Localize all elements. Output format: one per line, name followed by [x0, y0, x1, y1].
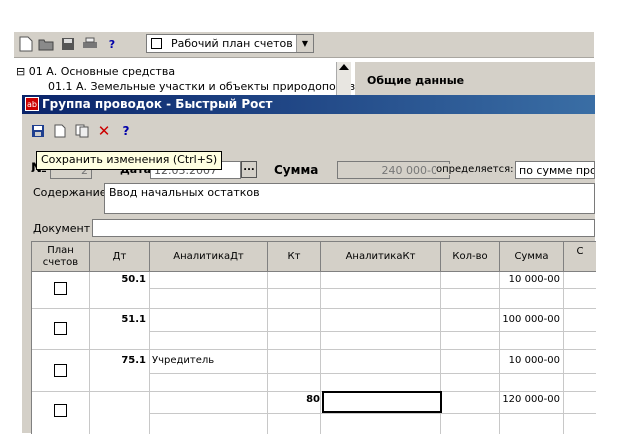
new-document-icon[interactable]: [52, 123, 68, 139]
grid-line: [149, 272, 150, 434]
print-icon[interactable]: [82, 36, 98, 52]
chevron-down-icon[interactable]: ▼: [296, 35, 313, 52]
col-header-extra[interactable]: С: [564, 242, 596, 272]
dt-cell[interactable]: 51.1: [121, 314, 146, 325]
content-label: Содержание: [33, 186, 107, 199]
grid-line: [499, 272, 500, 434]
panel-title: Общие данные: [367, 74, 465, 87]
col-header-analytics-kt[interactable]: АналитикаКт: [321, 242, 441, 272]
col-header-qty[interactable]: Кол-во: [441, 242, 500, 272]
grid-line: [320, 272, 321, 434]
grid-line: [32, 349, 596, 350]
left-strip: [0, 95, 23, 433]
delete-icon[interactable]: ✕: [96, 122, 112, 140]
main-toolbar: ? Рабочий план счетов ▼: [14, 32, 594, 58]
dt-cell[interactable]: 75.1: [121, 355, 146, 366]
grid-line: [149, 373, 596, 374]
tree-item[interactable]: 01.1 А. Земельные участки и объекты прир…: [48, 80, 375, 93]
help-icon[interactable]: ?: [118, 123, 134, 139]
grid-line: [32, 391, 596, 392]
help-icon[interactable]: ?: [104, 36, 120, 52]
col-header-analytics-dt[interactable]: АналитикаДт: [150, 242, 268, 272]
col-header-kt[interactable]: Кт: [268, 242, 321, 272]
plan-checkbox[interactable]: [54, 364, 67, 377]
determined-select[interactable]: по сумме прово: [515, 161, 595, 179]
app-icon: ab: [25, 97, 39, 111]
col-header-sum[interactable]: Сумма: [500, 242, 564, 272]
grid-line: [149, 413, 596, 414]
scroll-up-icon[interactable]: [339, 64, 349, 70]
copy-icon[interactable]: [74, 123, 90, 139]
entries-grid: План счетов Дт АналитикаДт Кт АналитикаК…: [31, 241, 596, 434]
plan-checkbox[interactable]: [54, 282, 67, 295]
sum-cell[interactable]: 100 000-00: [496, 314, 560, 325]
group-entries-dialog: ab Группа проводок - Быстрый Рост ✕ ? № …: [22, 95, 596, 434]
new-icon[interactable]: [18, 36, 34, 52]
sum-cell[interactable]: 10 000-00: [500, 355, 560, 366]
save-icon[interactable]: [60, 36, 76, 52]
sum-field: 240 000-00: [337, 161, 450, 179]
analytics-kt-cell-focused[interactable]: [322, 391, 442, 413]
save-tooltip: Сохранить изменения (Ctrl+S): [36, 151, 223, 170]
plan-label: Рабочий план счетов: [171, 37, 293, 50]
tree-item[interactable]: ⊟ 01 А. Основные средства: [16, 65, 175, 78]
grid-line: [149, 288, 596, 289]
open-icon[interactable]: [38, 36, 54, 52]
dt-cell[interactable]: 50.1: [121, 274, 146, 285]
document-field[interactable]: [92, 219, 595, 237]
sum-cell[interactable]: 120 000-00: [496, 394, 560, 405]
save-icon[interactable]: [30, 123, 46, 139]
sum-label: Сумма: [274, 163, 319, 177]
date-picker-button[interactable]: ...: [241, 161, 257, 178]
analytics-dt-cell[interactable]: Учредитель: [152, 355, 214, 366]
col-header-dt[interactable]: Дт: [90, 242, 150, 272]
grid-line: [563, 272, 564, 434]
plan-checkbox[interactable]: [151, 38, 162, 49]
document-label: Документ: [33, 222, 91, 235]
grid-line: [267, 272, 268, 434]
grid-line: [89, 272, 90, 434]
grid-line: [32, 308, 596, 309]
col-header-plan[interactable]: План счетов: [32, 242, 90, 272]
plan-select[interactable]: Рабочий план счетов ▼: [146, 34, 314, 53]
sum-cell[interactable]: 10 000-00: [500, 274, 560, 285]
grid-line: [149, 331, 596, 332]
collapse-icon[interactable]: ⊟: [16, 65, 25, 78]
kt-cell[interactable]: 80: [306, 394, 320, 405]
plan-checkbox[interactable]: [54, 322, 67, 335]
plan-checkbox[interactable]: [54, 404, 67, 417]
determined-label: определяется:: [436, 164, 514, 175]
dialog-title: Группа проводок - Быстрый Рост: [42, 97, 273, 111]
content-field[interactable]: Ввод начальных остатков: [104, 183, 595, 214]
dialog-titlebar: ab Группа проводок - Быстрый Рост: [22, 95, 595, 114]
